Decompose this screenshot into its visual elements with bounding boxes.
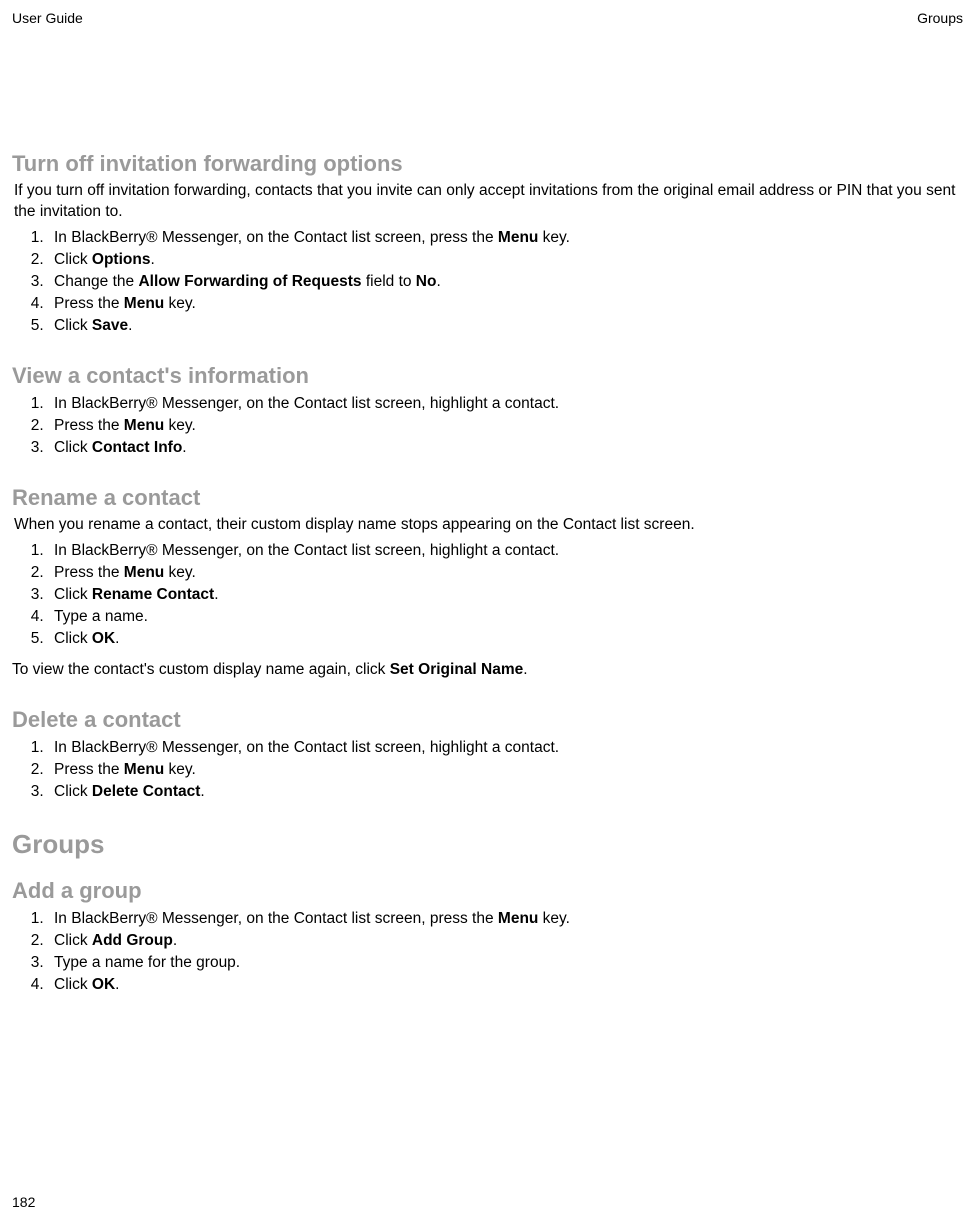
section-intro: When you rename a contact, their custom … — [14, 515, 963, 536]
step-list: In BlackBerry® Messenger, on the Contact… — [12, 393, 963, 459]
step-item: Press the Menu key. — [48, 293, 963, 315]
step-item: Click Options. — [48, 249, 963, 271]
step-item: Click Save. — [48, 315, 963, 337]
step-item: In BlackBerry® Messenger, on the Contact… — [48, 908, 963, 930]
header-left: User Guide — [12, 10, 83, 26]
step-item: In BlackBerry® Messenger, on the Contact… — [48, 540, 963, 562]
step-item: In BlackBerry® Messenger, on the Contact… — [48, 227, 963, 249]
section-heading: View a contact's information — [12, 363, 963, 389]
section-heading: Add a group — [12, 878, 963, 904]
step-item: Press the Menu key. — [48, 562, 963, 584]
section-heading: Rename a contact — [12, 485, 963, 511]
step-item: Click Contact Info. — [48, 437, 963, 459]
step-item: Click Rename Contact. — [48, 584, 963, 606]
section-delete-contact: Delete a contact In BlackBerry® Messenge… — [12, 707, 963, 803]
step-item: Type a name for the group. — [48, 952, 963, 974]
section-postnote: To view the contact's custom display nam… — [12, 660, 963, 681]
step-item: In BlackBerry® Messenger, on the Contact… — [48, 737, 963, 759]
step-item: Change the Allow Forwarding of Requests … — [48, 271, 963, 293]
step-item: Click OK. — [48, 628, 963, 650]
step-list: In BlackBerry® Messenger, on the Contact… — [12, 227, 963, 337]
header-right: Groups — [917, 10, 963, 26]
page-header: User Guide Groups — [12, 10, 963, 26]
step-list: In BlackBerry® Messenger, on the Contact… — [12, 908, 963, 996]
step-item: In BlackBerry® Messenger, on the Contact… — [48, 393, 963, 415]
step-item: Press the Menu key. — [48, 759, 963, 781]
step-list: In BlackBerry® Messenger, on the Contact… — [12, 737, 963, 803]
section-rename-contact: Rename a contact When you rename a conta… — [12, 485, 963, 681]
chapter-heading-groups: Groups — [12, 829, 963, 860]
section-add-group: Add a group In BlackBerry® Messenger, on… — [12, 878, 963, 996]
page-number: 182 — [12, 1194, 35, 1210]
section-heading: Turn off invitation forwarding options — [12, 151, 963, 177]
step-item: Type a name. — [48, 606, 963, 628]
step-list: In BlackBerry® Messenger, on the Contact… — [12, 540, 963, 650]
step-item: Click OK. — [48, 974, 963, 996]
step-item: Press the Menu key. — [48, 415, 963, 437]
section-turn-off-invitation-forwarding: Turn off invitation forwarding options I… — [12, 151, 963, 337]
section-intro: If you turn off invitation forwarding, c… — [14, 181, 963, 223]
section-view-contact-info: View a contact's information In BlackBer… — [12, 363, 963, 459]
step-item: Click Add Group. — [48, 930, 963, 952]
step-item: Click Delete Contact. — [48, 781, 963, 803]
section-heading: Delete a contact — [12, 707, 963, 733]
